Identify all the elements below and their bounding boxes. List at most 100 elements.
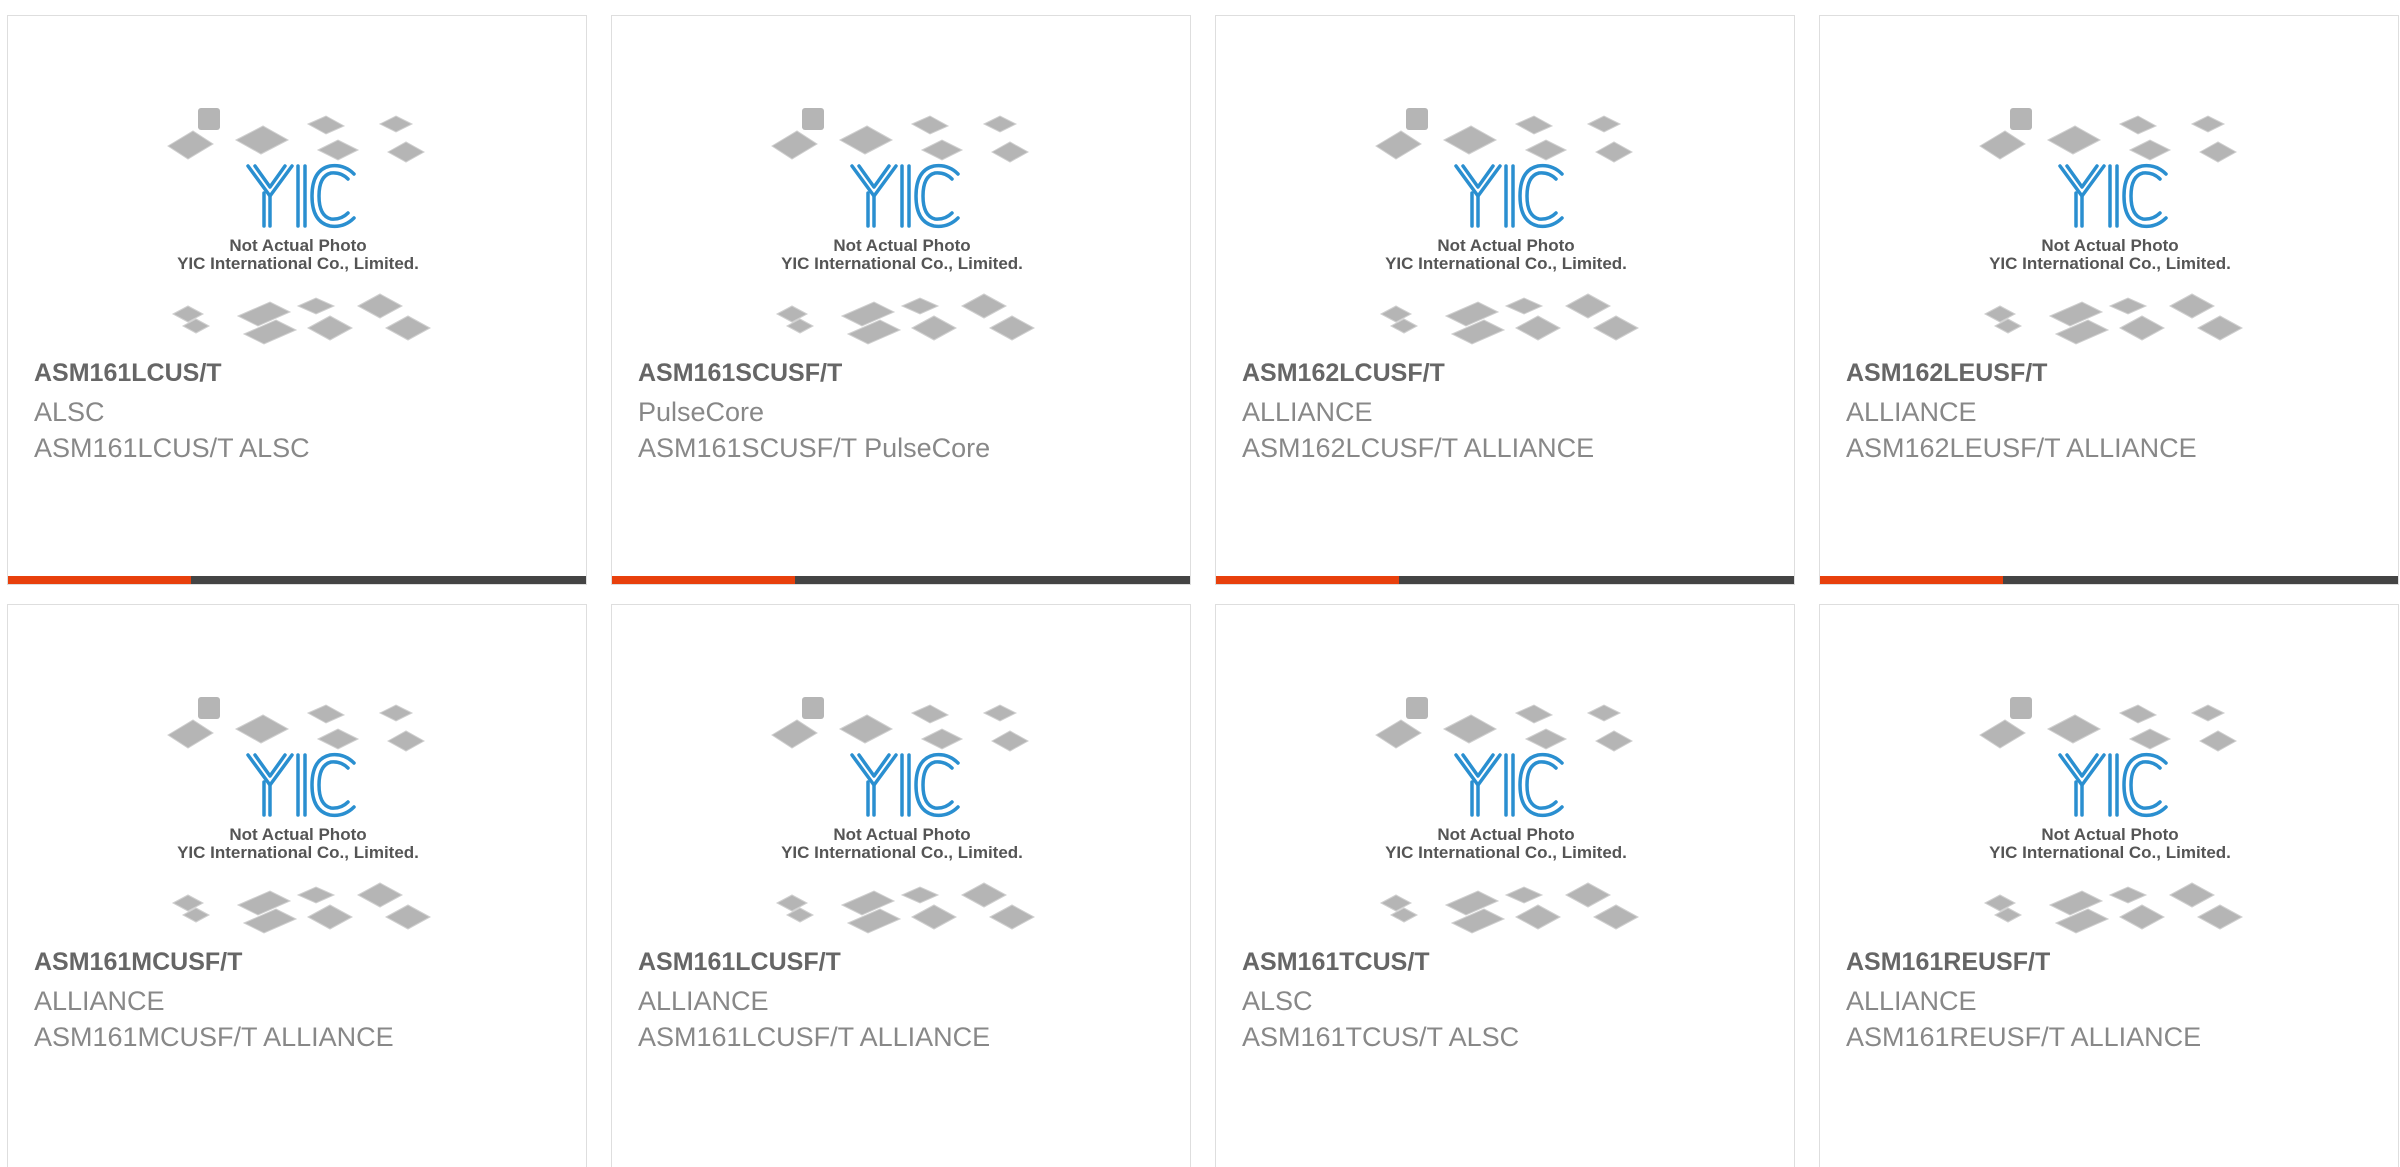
chip-icon (356, 882, 404, 908)
image-caption-line1: Not Actual Photo (1437, 236, 1574, 255)
chip-icon (316, 139, 360, 161)
product-image[interactable]: Not Actual Photo YIC International Co., L… (1216, 605, 1794, 935)
yic-logo-icon (850, 163, 960, 229)
chip-icon (2128, 139, 2172, 161)
chip-icon (167, 130, 214, 160)
chip-icon (1594, 141, 1634, 163)
chip-icon (306, 115, 346, 135)
chip-icon (771, 719, 818, 749)
chip-icon (2010, 108, 2032, 130)
card-accent-bar (1216, 576, 1794, 584)
chip-icon (198, 108, 220, 130)
chip-icon (1442, 125, 1498, 155)
chip-icon (840, 890, 896, 916)
product-card[interactable]: Not Actual Photo YIC International Co., L… (1215, 15, 1795, 585)
product-image[interactable]: Not Actual Photo YIC International Co., L… (1820, 16, 2398, 346)
product-description: ASM161REUSF/T ALLIANCE (1846, 1022, 2202, 1052)
product-image[interactable]: Not Actual Photo YIC International Co., L… (1216, 16, 1794, 346)
chip-icon (171, 305, 205, 323)
placeholder-photo-icon: Not Actual PhotoYIC International Co., L… (1375, 697, 1640, 934)
placeholder-photo-icon: Not Actual PhotoYIC International Co., L… (167, 108, 432, 345)
image-caption-line1: Not Actual Photo (2041, 236, 2178, 255)
product-part-number[interactable]: ASM162LCUSF/T (1242, 359, 1445, 388)
product-card[interactable]: Not Actual Photo YIC International Co., L… (611, 604, 1191, 1167)
chip-icon (2190, 115, 2226, 133)
chip-icon (306, 315, 354, 341)
product-image[interactable]: Not Actual Photo YIC International Co., L… (8, 16, 586, 346)
chip-icon (306, 704, 346, 724)
chip-icon (234, 125, 290, 155)
chip-icon (2118, 704, 2158, 724)
yic-logo-icon (1454, 163, 1564, 229)
product-description: ASM161LCUSF/T ALLIANCE (638, 1022, 991, 1052)
product-image[interactable]: Not Actual Photo YIC International Co., L… (612, 16, 1190, 346)
chip-icon (846, 908, 902, 934)
chip-icon (1379, 305, 1413, 323)
chip-icon (838, 714, 894, 744)
chip-icon (920, 139, 964, 161)
chip-icon (1524, 728, 1568, 750)
image-caption-line2: YIC International Co., Limited. (1385, 843, 1627, 862)
placeholder-photo-icon: Not Actual PhotoYIC International Co., L… (771, 108, 1036, 345)
product-brand: PulseCore (638, 397, 765, 427)
chip-icon (1450, 319, 1506, 345)
product-image[interactable]: Not Actual Photo YIC International Co., L… (8, 605, 586, 935)
image-caption-line2: YIC International Co., Limited. (781, 843, 1023, 862)
product-card[interactable]: Not Actual Photo YIC International Co., L… (7, 15, 587, 585)
chip-icon (771, 130, 818, 160)
chip-icon (1524, 139, 1568, 161)
chip-icon (2168, 293, 2216, 319)
placeholder-photo-icon: Not Actual PhotoYIC International Co., L… (167, 697, 432, 934)
chip-icon (234, 714, 290, 744)
product-part-number[interactable]: ASM161MCUSF/T (34, 948, 242, 977)
product-part-number[interactable]: ASM161TCUS/T (1242, 948, 1430, 977)
chip-icon (2128, 728, 2172, 750)
image-caption-line1: Not Actual Photo (833, 825, 970, 844)
chip-icon (316, 728, 360, 750)
chip-icon (1592, 904, 1640, 930)
chip-icon (356, 293, 404, 319)
yic-logo-icon (2058, 163, 2168, 229)
product-description: ASM161MCUSF/T ALLIANCE (34, 1022, 394, 1052)
chip-icon (1375, 719, 1422, 749)
product-image[interactable]: Not Actual Photo YIC International Co., L… (1820, 605, 2398, 935)
product-card[interactable]: Not Actual Photo YIC International Co., L… (611, 15, 1191, 585)
chip-icon (296, 886, 336, 904)
image-caption-line2: YIC International Co., Limited. (177, 843, 419, 862)
chip-icon (1504, 886, 1544, 904)
chip-icon (988, 904, 1036, 930)
product-part-number[interactable]: ASM161LCUSF/T (638, 948, 841, 977)
product-grid: Not Actual Photo YIC International Co., L… (0, 0, 2400, 1167)
bar-accent-segment (1216, 576, 1399, 584)
chip-icon (910, 115, 950, 135)
chip-icon (167, 719, 214, 749)
chip-icon (2168, 882, 2216, 908)
chip-icon (2010, 697, 2032, 719)
image-caption-line2: YIC International Co., Limited. (781, 254, 1023, 273)
product-card[interactable]: Not Actual Photo YIC International Co., L… (1819, 15, 2399, 585)
chip-icon (2046, 714, 2102, 744)
placeholder-photo-icon: Not Actual PhotoYIC International Co., L… (1979, 108, 2244, 345)
chip-icon (960, 882, 1008, 908)
yic-logo-icon (850, 752, 960, 818)
chip-icon (384, 904, 432, 930)
product-part-number[interactable]: ASM161SCUSF/T (638, 359, 842, 388)
product-description: ASM162LCUSF/T ALLIANCE (1242, 433, 1595, 463)
chip-icon (2054, 908, 2110, 934)
product-card[interactable]: Not Actual Photo YIC International Co., L… (1819, 604, 2399, 1167)
chip-icon (296, 297, 336, 315)
chip-icon (2118, 115, 2158, 135)
chip-icon (171, 894, 205, 912)
product-part-number[interactable]: ASM161REUSF/T (1846, 948, 2050, 977)
chip-icon (1514, 115, 1554, 135)
product-image[interactable]: Not Actual Photo YIC International Co., L… (612, 605, 1190, 935)
product-card[interactable]: Not Actual Photo YIC International Co., L… (1215, 604, 1795, 1167)
product-part-number[interactable]: ASM161LCUS/T (34, 359, 222, 388)
chip-icon (802, 108, 824, 130)
product-part-number[interactable]: ASM162LEUSF/T (1846, 359, 2047, 388)
chip-icon (900, 297, 940, 315)
product-brand: ALSC (34, 397, 105, 427)
chip-icon (1564, 293, 1612, 319)
product-card[interactable]: Not Actual Photo YIC International Co., L… (7, 604, 587, 1167)
yic-logo-icon (1454, 752, 1564, 818)
